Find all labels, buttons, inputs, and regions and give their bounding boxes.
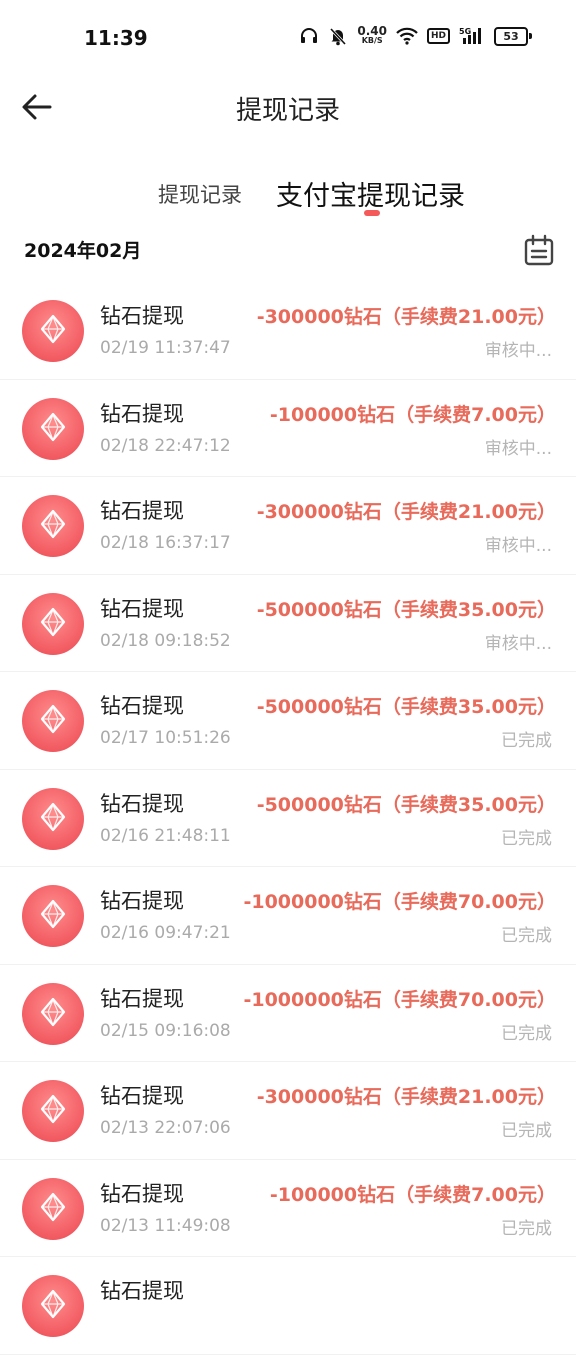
record-time: 02/16 09:47:21 — [100, 923, 231, 943]
records-list: 钻石提现 02/19 11:37:47 -300000钻石（手续费21.00元） 审核… — [0, 282, 576, 1355]
record-amount: -1000000钻石（手续费70.00元） — [243, 891, 556, 913]
record-amount: -500000钻石（手续费35.00元） — [256, 793, 556, 816]
nav-bar: 提现记录 — [0, 76, 576, 140]
record-avatar — [22, 592, 84, 655]
record-title: 钻石提现 — [100, 694, 184, 718]
record-title: 钻石提现 — [100, 791, 184, 816]
record-title: 钻石提现 — [100, 596, 184, 621]
record-title: 钻石提现 — [100, 499, 184, 523]
record-time: 02/18 16:37:17 — [100, 533, 231, 553]
record-row[interactable]: 钻石提现 02/16 09:47:21 -1000000钻石（手续费70.00元） 已… — [0, 867, 576, 965]
record-avatar — [22, 1080, 84, 1142]
record-avatar — [22, 787, 84, 850]
diamond-icon — [37, 1288, 69, 1324]
record-row[interactable]: 钻石提现 02/17 10:51:26 -500000钻石（手续费35.00元） 已完… — [0, 672, 576, 770]
signal-icon: 5G — [459, 27, 485, 45]
record-row[interactable]: 钻石提现 02/13 11:49:08 -100000钻石（手续费7.00元） 已完成 — [0, 1160, 576, 1257]
record-amount: -100000钻石（手续费7.00元） — [269, 1183, 556, 1206]
record-row[interactable]: 钻石提现 02/13 22:07:06 -300000钻石（手续费21.00元） 已完… — [0, 1062, 576, 1160]
diamond-icon — [37, 1191, 69, 1227]
calendar-button[interactable] — [524, 234, 554, 266]
bell-muted-icon — [328, 26, 348, 46]
record-time: 02/19 11:37:47 — [100, 338, 231, 358]
record-avatar — [22, 1275, 84, 1337]
status-bar: 11:39 0.40 KB/S HD 5G 53 — [0, 0, 576, 76]
record-amount: -100000钻石（手续费7.00元） — [269, 403, 556, 426]
record-status: 已完成 — [501, 828, 552, 849]
record-status: 已完成 — [501, 1121, 552, 1141]
diamond-icon — [37, 411, 69, 447]
record-avatar — [22, 495, 84, 557]
record-time: 02/17 10:51:26 — [100, 728, 231, 748]
hd-badge: HD — [426, 28, 450, 44]
month-label: 2024年02月 — [24, 240, 142, 262]
record-status: 已完成 — [501, 1023, 552, 1044]
status-time: 11:39 — [84, 26, 148, 50]
record-avatar — [22, 885, 84, 947]
record-time: 02/16 21:48:11 — [100, 825, 231, 846]
tab-alipay-withdraw-records[interactable]: 支付宝提现记录 — [276, 174, 465, 213]
record-time: 02/18 09:18:52 — [100, 630, 231, 651]
record-amount: -500000钻石（手续费35.00元） — [256, 696, 556, 718]
diamond-icon — [37, 898, 69, 934]
record-avatar — [22, 982, 84, 1045]
record-avatar — [22, 1177, 84, 1240]
record-row[interactable]: 钻石提现 — [0, 1257, 576, 1355]
record-avatar — [22, 300, 84, 362]
battery-level: 53 — [494, 26, 528, 46]
record-status: 已完成 — [501, 926, 552, 946]
record-title: 钻石提现 — [100, 401, 184, 426]
record-status: 审核中... — [484, 536, 552, 556]
record-status: 审核中... — [484, 341, 552, 361]
record-status: 已完成 — [501, 1218, 552, 1239]
active-tab-indicator — [364, 210, 380, 216]
record-row[interactable]: 钻石提现 02/16 21:48:11 -500000钻石（手续费35.00元） 已完… — [0, 770, 576, 867]
diamond-icon — [37, 313, 69, 349]
network-speed-value: 0.40 — [357, 24, 387, 38]
record-amount: -300000钻石（手续费21.00元） — [256, 1086, 556, 1108]
record-amount: -300000钻石（手续费21.00元） — [256, 306, 556, 328]
record-amount: -500000钻石（手续费35.00元） — [256, 598, 556, 621]
tab-bar: 提现记录 支付宝提现记录 — [0, 170, 576, 226]
record-avatar — [22, 690, 84, 752]
network-speed: 0.40 KB/S — [357, 24, 387, 45]
record-title: 钻石提现 — [100, 986, 184, 1011]
record-status: 审核中... — [484, 633, 552, 654]
record-time: 02/18 22:47:12 — [100, 435, 231, 456]
diamond-icon — [37, 996, 69, 1032]
record-title: 钻石提现 — [100, 889, 184, 913]
record-status: 已完成 — [501, 731, 552, 751]
record-row[interactable]: 钻石提现 02/18 22:47:12 -100000钻石（手续费7.00元） 审核中… — [0, 380, 576, 477]
record-row[interactable]: 钻石提现 02/19 11:37:47 -300000钻石（手续费21.00元） 审核… — [0, 282, 576, 380]
headphones-icon — [299, 26, 319, 46]
diamond-icon — [37, 1093, 69, 1129]
record-status: 审核中... — [484, 438, 552, 459]
network-type-label: 5G — [459, 27, 471, 36]
record-row[interactable]: 钻石提现 02/18 16:37:17 -300000钻石（手续费21.00元） 审核… — [0, 477, 576, 575]
record-title: 钻石提现 — [100, 1084, 184, 1108]
record-row[interactable]: 钻石提现 02/18 09:18:52 -500000钻石（手续费35.00元） 审核… — [0, 575, 576, 672]
network-speed-unit: KB/S — [361, 36, 383, 45]
record-amount: -300000钻石（手续费21.00元） — [256, 501, 556, 523]
record-row[interactable]: 钻石提现 02/15 09:16:08 -1000000钻石（手续费70.00元） 已… — [0, 965, 576, 1062]
calendar-icon — [524, 234, 554, 266]
diamond-icon — [37, 508, 69, 544]
record-time: 02/15 09:16:08 — [100, 1020, 231, 1041]
record-title: 钻石提现 — [100, 304, 184, 328]
diamond-icon — [37, 801, 69, 837]
record-time: 02/13 22:07:06 — [100, 1118, 231, 1138]
tab-withdraw-records[interactable]: 提现记录 — [158, 179, 242, 209]
record-avatar — [22, 397, 84, 460]
battery-icon: 53 — [494, 26, 532, 46]
record-time: 02/13 11:49:08 — [100, 1215, 231, 1236]
status-icons: 0.40 KB/S HD 5G 53 — [299, 24, 532, 46]
page-title: 提现记录 — [235, 96, 340, 126]
record-title: 钻石提现 — [100, 1181, 184, 1206]
record-amount: -1000000钻石（手续费70.00元） — [243, 988, 556, 1011]
diamond-icon — [37, 703, 69, 739]
diamond-icon — [37, 606, 69, 642]
wifi-icon — [396, 27, 418, 45]
